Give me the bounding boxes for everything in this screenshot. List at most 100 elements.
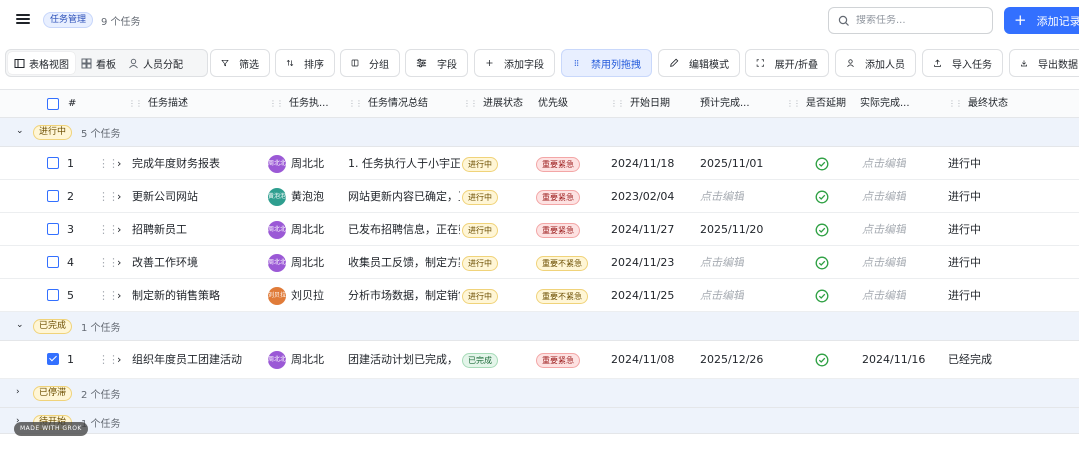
- start-date[interactable]: 2023/02/04: [611, 180, 674, 213]
- col-actual[interactable]: 实际完成...: [860, 90, 910, 118]
- summary-cell[interactable]: 网站更新内容已确定，正在: [348, 180, 460, 213]
- export-data-button[interactable]: 导出数据: [1009, 49, 1079, 77]
- col-delayed[interactable]: ⋮⋮ 是否延期: [786, 90, 846, 118]
- row-expand-chevron-icon[interactable]: ›: [117, 246, 121, 279]
- drag-handle-icon[interactable]: ⋮⋮: [948, 99, 963, 108]
- priority-badge[interactable]: 重要紧急: [536, 190, 580, 205]
- add-record-button[interactable]: + 添加记录: [1004, 7, 1079, 34]
- task-desc[interactable]: 制定新的销售策略: [132, 279, 220, 312]
- search-input[interactable]: [856, 15, 986, 26]
- chevron-right-icon[interactable]: ›: [16, 387, 20, 397]
- col-start[interactable]: ⋮⋮ 开始日期: [610, 90, 670, 118]
- summary-cell[interactable]: 团建活动计划已完成，: [348, 341, 460, 379]
- row-drag-handle-icon[interactable]: ⋮⋮: [98, 279, 118, 312]
- col-final[interactable]: ⋮⋮ 最终状态: [948, 90, 1008, 118]
- group-header-completed[interactable]: ⌄ 已完成 1 个任务: [0, 312, 1079, 341]
- progress-status-badge[interactable]: 进行中: [462, 289, 498, 304]
- expand-collapse-button[interactable]: 展开/折叠: [745, 49, 829, 77]
- task-desc[interactable]: 更新公司网站: [132, 180, 198, 213]
- row-drag-handle-icon[interactable]: ⋮⋮: [98, 246, 118, 279]
- drag-handle-icon[interactable]: ⋮⋮: [348, 99, 363, 108]
- row-expand-chevron-icon[interactable]: ›: [117, 279, 121, 312]
- sort-button[interactable]: 排序: [275, 49, 335, 77]
- actual-date[interactable]: 点击编辑: [862, 279, 906, 312]
- row-drag-handle-icon[interactable]: ⋮⋮: [98, 213, 118, 246]
- actual-date[interactable]: 点击编辑: [862, 180, 906, 213]
- row-checkbox[interactable]: [47, 256, 59, 268]
- table-row[interactable]: 1 ⋮⋮ › 组织年度员工团建活动 周北北 周北北 团建活动计划已完成， 已完成…: [0, 341, 1079, 379]
- summary-cell[interactable]: 已发布招聘信息，正在筛选: [348, 213, 460, 246]
- import-tasks-button[interactable]: 导入任务: [922, 49, 1003, 77]
- progress-status-badge[interactable]: 进行中: [462, 223, 498, 238]
- priority-badge[interactable]: 重要紧急: [536, 353, 580, 368]
- add-field-button[interactable]: 添加字段: [474, 49, 555, 77]
- col-desc[interactable]: ⋮⋮ 任务描述: [128, 90, 188, 118]
- actual-date[interactable]: 2024/11/16: [862, 341, 925, 379]
- task-desc[interactable]: 招聘新员工: [132, 213, 187, 246]
- table-row[interactable]: 4 ⋮⋮ › 改善工作环境 周北北 周北北 收集员工反馈，制定方案 进行中 重要…: [0, 246, 1079, 279]
- task-desc[interactable]: 改善工作环境: [132, 246, 198, 279]
- drag-handle-icon[interactable]: ⋮⋮: [463, 99, 478, 108]
- summary-cell[interactable]: 分析市场数据，制定销售: [348, 279, 460, 312]
- actual-date[interactable]: 点击编辑: [862, 147, 906, 180]
- summary-cell[interactable]: 收集员工反馈，制定方案: [348, 246, 460, 279]
- search-box[interactable]: [828, 7, 993, 34]
- start-date[interactable]: 2024/11/23: [611, 246, 674, 279]
- row-checkbox[interactable]: [47, 353, 59, 365]
- drag-handle-icon[interactable]: ⋮⋮: [786, 99, 801, 108]
- start-date[interactable]: 2024/11/08: [611, 341, 674, 379]
- actual-date[interactable]: 点击编辑: [862, 246, 906, 279]
- task-desc[interactable]: 组织年度员工团建活动: [132, 341, 242, 379]
- row-expand-chevron-icon[interactable]: ›: [117, 213, 121, 246]
- filter-button[interactable]: 筛选: [210, 49, 270, 77]
- expected-date[interactable]: 2025/11/20: [700, 213, 763, 246]
- row-checkbox[interactable]: [47, 157, 59, 169]
- actual-date[interactable]: 点击编辑: [862, 213, 906, 246]
- priority-badge[interactable]: 重要紧急: [536, 157, 580, 172]
- col-priority[interactable]: 优先级: [538, 90, 568, 118]
- drag-handle-icon[interactable]: ⋮⋮: [128, 99, 143, 108]
- progress-status-badge[interactable]: 已完成: [462, 353, 498, 368]
- fields-button[interactable]: 字段: [405, 49, 468, 77]
- col-assignee[interactable]: ⋮⋮ 任务执...: [269, 90, 329, 118]
- row-expand-chevron-icon[interactable]: ›: [117, 147, 121, 180]
- task-desc[interactable]: 完成年度财务报表: [132, 147, 220, 180]
- row-expand-chevron-icon[interactable]: ›: [117, 341, 121, 379]
- drag-handle-icon[interactable]: ⋮⋮: [269, 99, 284, 108]
- expected-date[interactable]: 点击编辑: [700, 180, 744, 213]
- progress-status-badge[interactable]: 进行中: [462, 190, 498, 205]
- row-drag-handle-icon[interactable]: ⋮⋮: [98, 341, 118, 379]
- expected-date[interactable]: 2025/12/26: [700, 341, 763, 379]
- tab-table-view[interactable]: 表格视图: [8, 52, 75, 74]
- group-header-stalled[interactable]: › 已停滞 2 个任务: [0, 379, 1079, 408]
- tab-people-assignment[interactable]: 人员分配: [122, 52, 189, 74]
- progress-status-badge[interactable]: 进行中: [462, 256, 498, 271]
- progress-status-badge[interactable]: 进行中: [462, 157, 498, 172]
- summary-cell[interactable]: 1. 任务执行人于小宇正在: [348, 147, 460, 180]
- start-date[interactable]: 2024/11/27: [611, 213, 674, 246]
- edit-mode-button[interactable]: 编辑模式: [658, 49, 740, 77]
- row-drag-handle-icon[interactable]: ⋮⋮: [98, 180, 118, 213]
- group-header-pending[interactable]: › 待开始 1 个任务: [0, 408, 1079, 434]
- table-row[interactable]: 3 ⋮⋮ › 招聘新员工 周北北 周北北 已发布招聘信息，正在筛选 进行中 重要…: [0, 213, 1079, 246]
- add-person-button[interactable]: 添加人员: [835, 49, 916, 77]
- drag-handle-icon[interactable]: ⋮⋮: [610, 99, 625, 108]
- select-all-checkbox[interactable]: [47, 98, 59, 110]
- table-row[interactable]: 5 ⋮⋮ › 制定新的销售策略 刘贝拉 刘贝拉 分析市场数据，制定销售 进行中 …: [0, 279, 1079, 312]
- chevron-down-icon[interactable]: ⌄: [16, 126, 24, 136]
- row-checkbox[interactable]: [47, 289, 59, 301]
- priority-badge[interactable]: 重要不紧急: [536, 256, 588, 271]
- table-row[interactable]: 2 ⋮⋮ › 更新公司网站 黄泡泡 黄泡泡 网站更新内容已确定，正在 进行中 重…: [0, 180, 1079, 213]
- start-date[interactable]: 2024/11/25: [611, 279, 674, 312]
- priority-badge[interactable]: 重要紧急: [536, 223, 580, 238]
- group-header-in-progress[interactable]: ⌄ 进行中 5 个任务: [0, 118, 1079, 147]
- hamburger-menu-icon[interactable]: [16, 12, 30, 26]
- row-checkbox[interactable]: [47, 190, 59, 202]
- tab-kanban[interactable]: 看板: [75, 52, 122, 74]
- disable-column-drag-button[interactable]: 禁用列拖拽: [561, 49, 652, 77]
- row-checkbox[interactable]: [47, 223, 59, 235]
- expected-date[interactable]: 点击编辑: [700, 279, 744, 312]
- priority-badge[interactable]: 重要不紧急: [536, 289, 588, 304]
- chevron-down-icon[interactable]: ⌄: [16, 320, 24, 330]
- col-expected[interactable]: 预计完成...: [700, 90, 750, 118]
